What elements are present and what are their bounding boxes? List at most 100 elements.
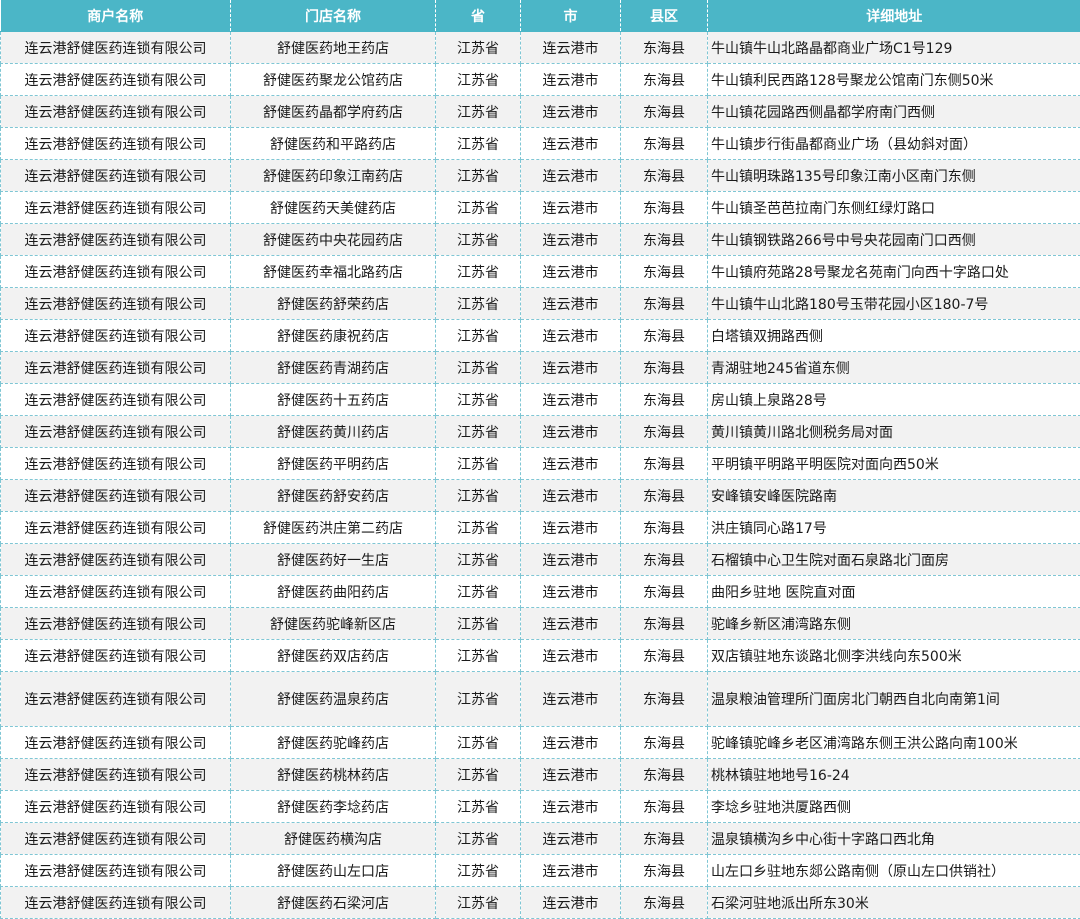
county-cell: 东海县 — [621, 192, 708, 224]
table-row: 连云港舒健医药连锁有限公司舒健医药双店药店江苏省连云港市东海县双店镇驻地东谈路北… — [1, 640, 1080, 672]
store-name-cell: 舒健医药幸福北路药店 — [231, 256, 436, 288]
store-name-cell: 舒健医药洪庄第二药店 — [231, 512, 436, 544]
county-cell: 东海县 — [621, 759, 708, 791]
store-name-cell: 舒健医药印象江南药店 — [231, 160, 436, 192]
province-cell: 江苏省 — [436, 224, 521, 256]
address-cell: 白塔镇双拥路西侧 — [708, 320, 1080, 352]
address-cell: 牛山镇利民西路128号聚龙公馆南门东侧50米 — [708, 64, 1080, 96]
store-name-cell: 舒健医药黄川药店 — [231, 416, 436, 448]
merchant-name-cell: 连云港舒健医药连锁有限公司 — [1, 855, 231, 887]
province-cell: 江苏省 — [436, 96, 521, 128]
province-cell: 江苏省 — [436, 887, 521, 919]
merchant-name-cell: 连云港舒健医药连锁有限公司 — [1, 320, 231, 352]
city-cell: 连云港市 — [521, 608, 621, 640]
city-cell: 连云港市 — [521, 855, 621, 887]
store-name-cell: 舒健医药双店药店 — [231, 640, 436, 672]
county-cell: 东海县 — [621, 320, 708, 352]
store-name-cell: 舒健医药舒安药店 — [231, 480, 436, 512]
store-name-cell: 舒健医药和平路药店 — [231, 128, 436, 160]
address-cell: 平明镇平明路平明医院对面向西50米 — [708, 448, 1080, 480]
city-cell: 连云港市 — [521, 544, 621, 576]
county-cell: 东海县 — [621, 608, 708, 640]
merchant-name-cell: 连云港舒健医药连锁有限公司 — [1, 224, 231, 256]
province-cell: 江苏省 — [436, 672, 521, 727]
county-cell: 东海县 — [621, 544, 708, 576]
city-cell: 连云港市 — [521, 320, 621, 352]
header-city: 市 — [521, 0, 621, 32]
province-cell: 江苏省 — [436, 544, 521, 576]
merchant-name-cell: 连云港舒健医药连锁有限公司 — [1, 512, 231, 544]
city-cell: 连云港市 — [521, 224, 621, 256]
store-name-cell: 舒健医药晶都学府药店 — [231, 96, 436, 128]
store-name-cell: 舒健医药康祝药店 — [231, 320, 436, 352]
county-cell: 东海县 — [621, 791, 708, 823]
province-cell: 江苏省 — [436, 32, 521, 64]
province-cell: 江苏省 — [436, 352, 521, 384]
merchant-name-cell: 连云港舒健医药连锁有限公司 — [1, 192, 231, 224]
store-name-cell: 舒健医药青湖药店 — [231, 352, 436, 384]
store-name-cell: 舒健医药石梁河店 — [231, 887, 436, 919]
store-name-cell: 舒健医药十五药店 — [231, 384, 436, 416]
address-cell: 双店镇驻地东谈路北侧李洪线向东500米 — [708, 640, 1080, 672]
store-name-cell: 舒健医药李埝药店 — [231, 791, 436, 823]
county-cell: 东海县 — [621, 887, 708, 919]
table-row: 连云港舒健医药连锁有限公司舒健医药黄川药店江苏省连云港市东海县黄川镇黄川路北侧税… — [1, 416, 1080, 448]
province-cell: 江苏省 — [436, 608, 521, 640]
store-name-cell: 舒健医药曲阳药店 — [231, 576, 436, 608]
city-cell: 连云港市 — [521, 672, 621, 727]
address-cell: 安峰镇安峰医院路南 — [708, 480, 1080, 512]
city-cell: 连云港市 — [521, 640, 621, 672]
county-cell: 东海县 — [621, 727, 708, 759]
province-cell: 江苏省 — [436, 288, 521, 320]
store-name-cell: 舒健医药驼峰药店 — [231, 727, 436, 759]
address-cell: 牛山镇花园路西侧晶都学府南门西侧 — [708, 96, 1080, 128]
county-cell: 东海县 — [621, 224, 708, 256]
city-cell: 连云港市 — [521, 791, 621, 823]
city-cell: 连云港市 — [521, 727, 621, 759]
province-cell: 江苏省 — [436, 791, 521, 823]
address-cell: 桃林镇驻地地号16-24 — [708, 759, 1080, 791]
store-name-cell: 舒健医药天美健药店 — [231, 192, 436, 224]
table-row: 连云港舒健医药连锁有限公司舒健医药温泉药店江苏省连云港市东海县温泉粮油管理所门面… — [1, 672, 1080, 727]
address-cell: 牛山镇明珠路135号印象江南小区南门东侧 — [708, 160, 1080, 192]
address-cell: 青湖驻地245省道东侧 — [708, 352, 1080, 384]
merchant-name-cell: 连云港舒健医药连锁有限公司 — [1, 608, 231, 640]
county-cell: 东海县 — [621, 64, 708, 96]
province-cell: 江苏省 — [436, 256, 521, 288]
header-merchant-name: 商户名称 — [1, 0, 231, 32]
address-cell: 洪庄镇同心路17号 — [708, 512, 1080, 544]
county-cell: 东海县 — [621, 256, 708, 288]
address-cell: 牛山镇圣芭芭拉南门东侧红绿灯路口 — [708, 192, 1080, 224]
header-store-name: 门店名称 — [231, 0, 436, 32]
merchant-name-cell: 连云港舒健医药连锁有限公司 — [1, 288, 231, 320]
store-name-cell: 舒健医药横沟店 — [231, 823, 436, 855]
merchant-name-cell: 连云港舒健医药连锁有限公司 — [1, 672, 231, 727]
province-cell: 江苏省 — [436, 855, 521, 887]
city-cell: 连云港市 — [521, 32, 621, 64]
address-cell: 山左口乡驻地东郯公路南侧（原山左口供销社） — [708, 855, 1080, 887]
province-cell: 江苏省 — [436, 576, 521, 608]
province-cell: 江苏省 — [436, 416, 521, 448]
city-cell: 连云港市 — [521, 352, 621, 384]
city-cell: 连云港市 — [521, 192, 621, 224]
merchant-name-cell: 连云港舒健医药连锁有限公司 — [1, 32, 231, 64]
city-cell: 连云港市 — [521, 887, 621, 919]
address-cell: 牛山镇钢铁路266号中号央花园南门口西侧 — [708, 224, 1080, 256]
province-cell: 江苏省 — [436, 727, 521, 759]
table-row: 连云港舒健医药连锁有限公司舒健医药平明药店江苏省连云港市东海县平明镇平明路平明医… — [1, 448, 1080, 480]
table-row: 连云港舒健医药连锁有限公司舒健医药印象江南药店江苏省连云港市东海县牛山镇明珠路1… — [1, 160, 1080, 192]
province-cell: 江苏省 — [436, 128, 521, 160]
merchant-name-cell: 连云港舒健医药连锁有限公司 — [1, 64, 231, 96]
county-cell: 东海县 — [621, 480, 708, 512]
table-row: 连云港舒健医药连锁有限公司舒健医药青湖药店江苏省连云港市东海县青湖驻地245省道… — [1, 352, 1080, 384]
table-row: 连云港舒健医药连锁有限公司舒健医药中央花园药店江苏省连云港市东海县牛山镇钢铁路2… — [1, 224, 1080, 256]
store-name-cell: 舒健医药好一生店 — [231, 544, 436, 576]
store-name-cell: 舒健医药温泉药店 — [231, 672, 436, 727]
city-cell: 连云港市 — [521, 160, 621, 192]
city-cell: 连云港市 — [521, 288, 621, 320]
merchant-name-cell: 连云港舒健医药连锁有限公司 — [1, 791, 231, 823]
address-cell: 黄川镇黄川路北侧税务局对面 — [708, 416, 1080, 448]
city-cell: 连云港市 — [521, 384, 621, 416]
address-cell: 驼峰镇驼峰乡老区浦湾路东侧王洪公路向南100米 — [708, 727, 1080, 759]
address-cell: 牛山镇府苑路28号聚龙名苑南门向西十字路口处 — [708, 256, 1080, 288]
